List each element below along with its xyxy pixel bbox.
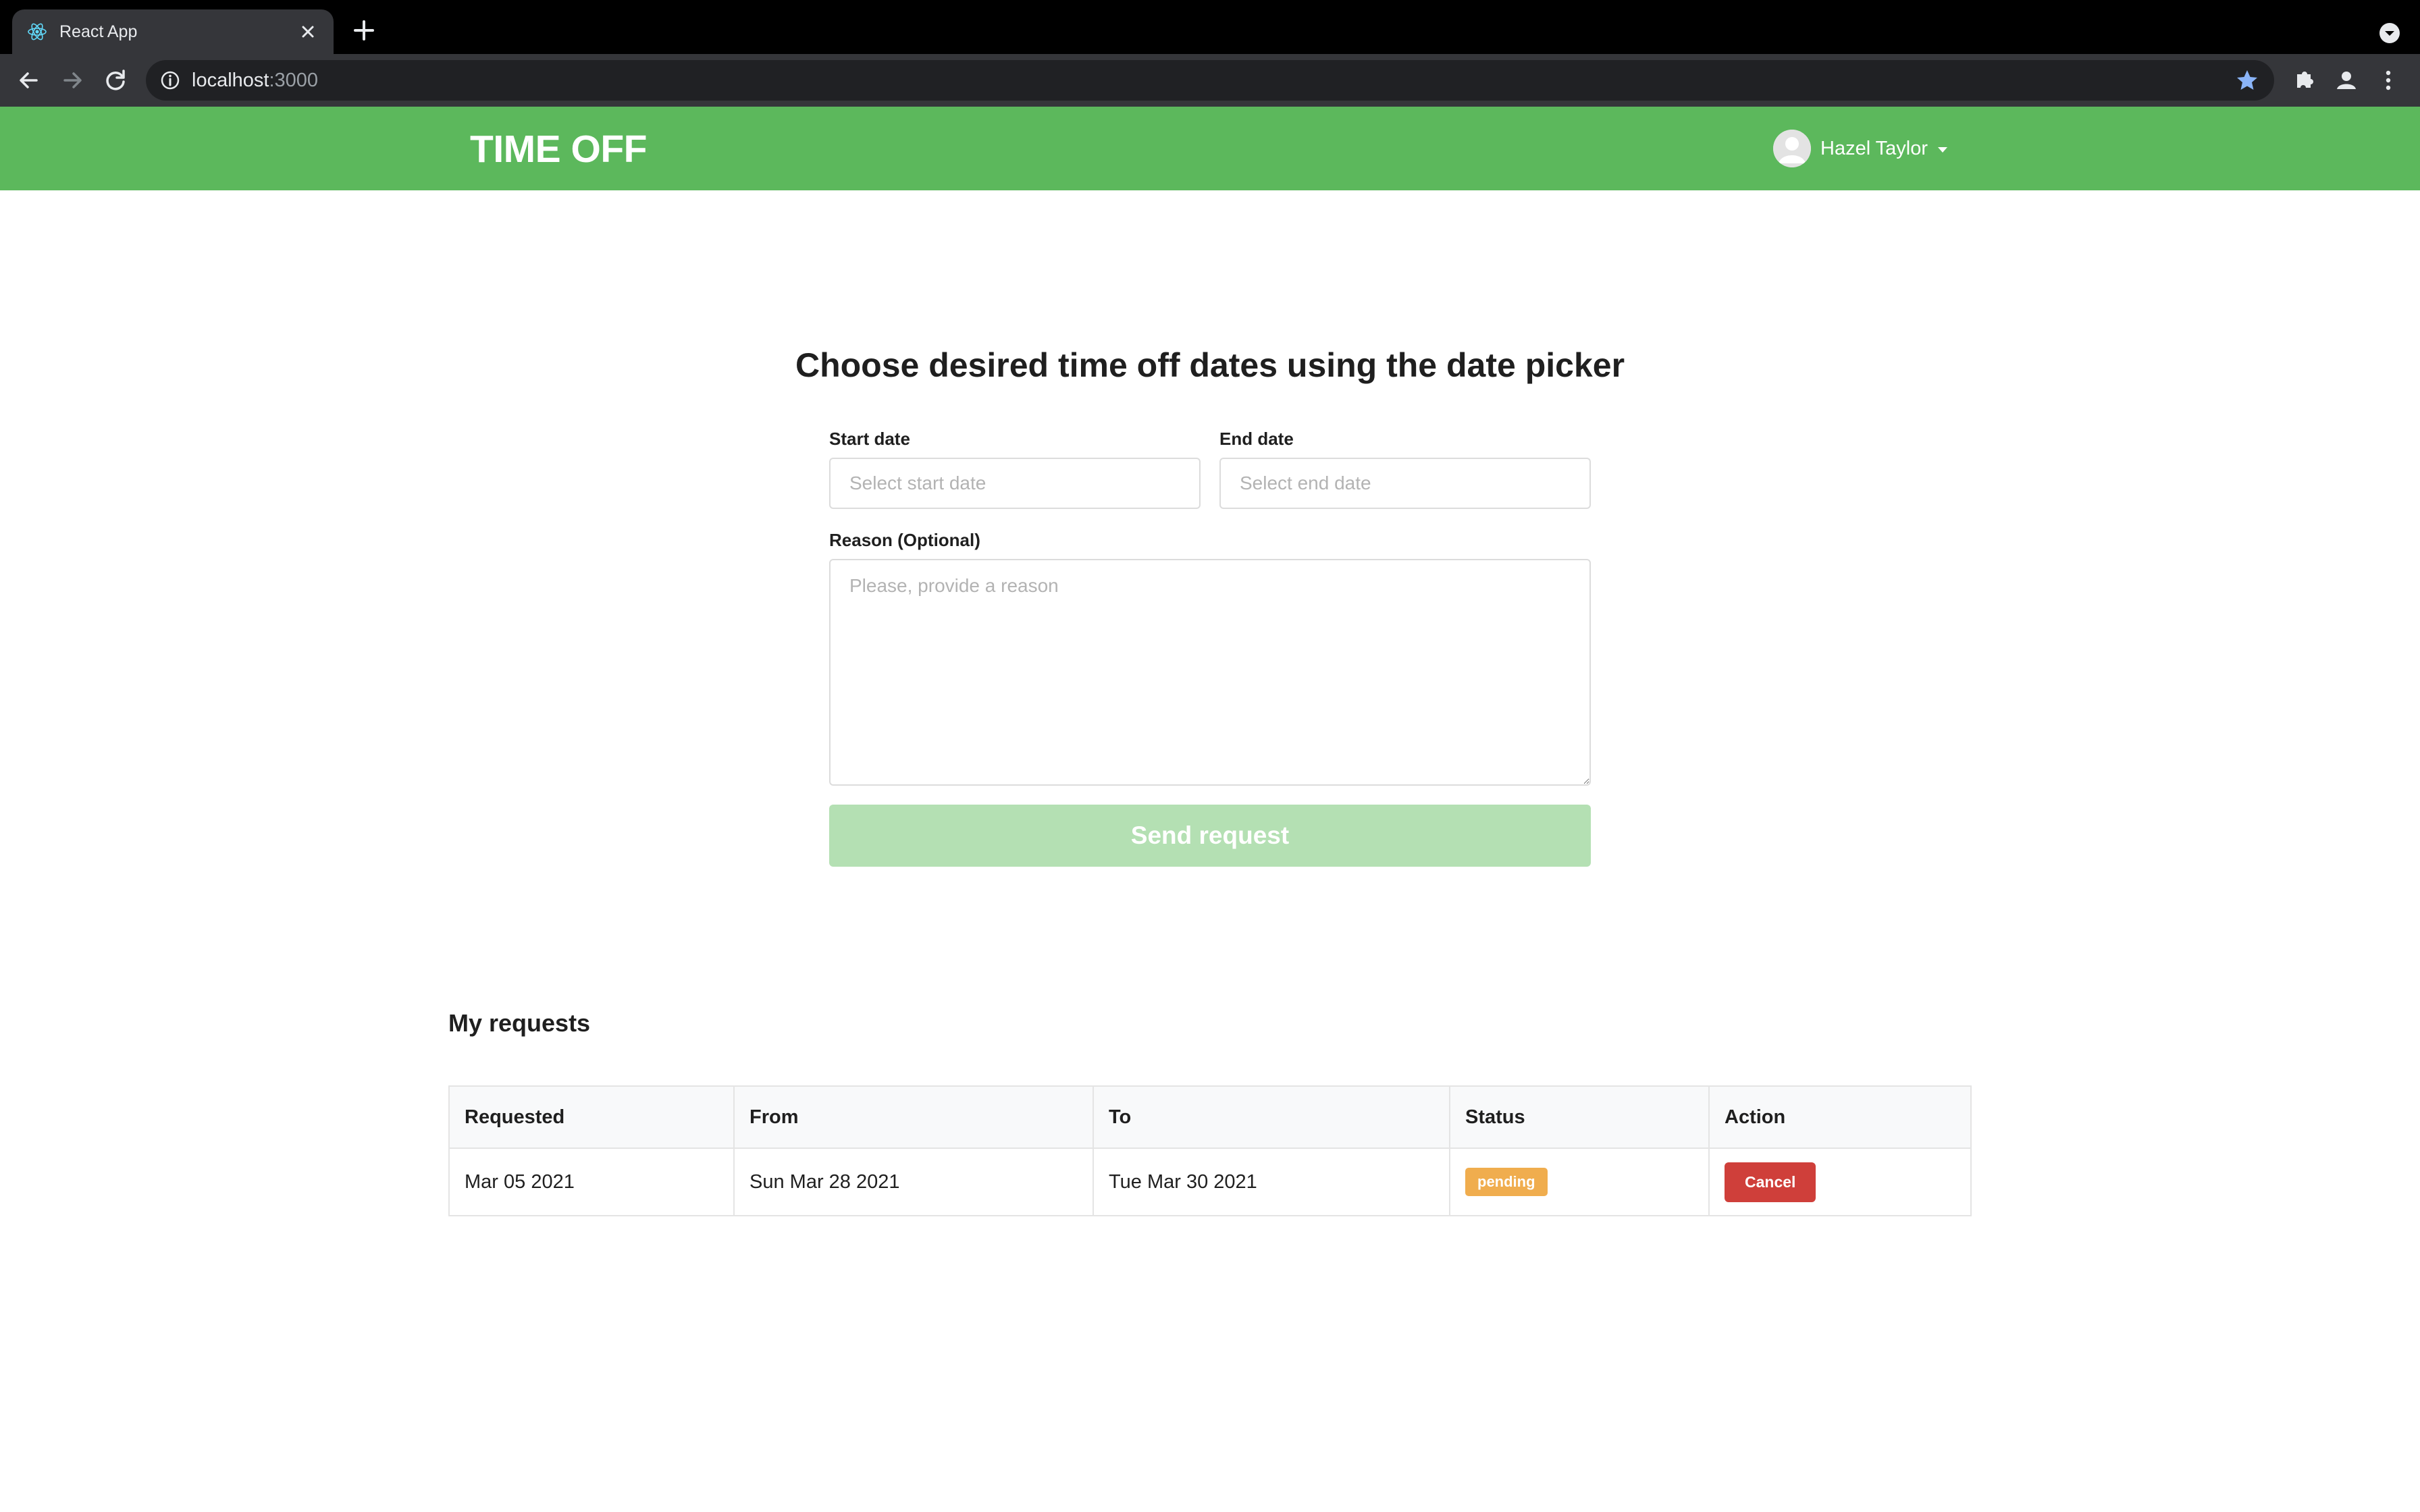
column-header-status: Status <box>1449 1085 1710 1149</box>
back-arrow-icon[interactable] <box>14 65 45 96</box>
user-name[interactable]: Hazel Taylor <box>1820 137 1928 160</box>
reason-label: Reason (Optional) <box>829 530 980 550</box>
send-request-button[interactable]: Send request <box>829 805 1591 867</box>
reason-textarea[interactable] <box>829 559 1591 786</box>
end-date-label: End date <box>1219 429 1294 449</box>
cell-status: pending <box>1449 1148 1710 1216</box>
url-port: :3000 <box>269 70 319 91</box>
column-header-from: From <box>733 1085 1094 1149</box>
new-tab-icon[interactable] <box>352 19 375 42</box>
cell-from: Sun Mar 28 2021 <box>733 1148 1094 1216</box>
column-header-action: Action <box>1708 1085 1972 1149</box>
my-requests-heading: My requests <box>448 1009 591 1037</box>
profile-icon[interactable] <box>2331 65 2362 96</box>
avatar[interactable] <box>1773 130 1811 167</box>
end-date-input[interactable] <box>1219 458 1591 509</box>
address-bar[interactable]: localhost:3000 <box>146 60 2274 101</box>
forward-arrow-icon[interactable] <box>57 65 88 96</box>
cancel-request-button[interactable]: Cancel <box>1725 1162 1816 1202</box>
user-avatar-icon <box>1773 130 1811 167</box>
column-header-requested: Requested <box>448 1085 735 1149</box>
start-date-input[interactable] <box>829 458 1201 509</box>
user-menu[interactable]: Hazel Taylor <box>1773 128 1962 169</box>
react-logo-icon <box>28 23 47 40</box>
url-host: localhost <box>192 70 269 91</box>
app-header: TIME OFF Hazel Taylor <box>0 107 2420 190</box>
tab-search-icon[interactable] <box>2378 22 2401 45</box>
page-title: Choose desired time off dates using the … <box>795 346 1625 384</box>
cell-requested: Mar 05 2021 <box>448 1148 735 1216</box>
reload-icon[interactable] <box>100 65 131 96</box>
cell-to: Tue Mar 30 2021 <box>1093 1148 1450 1216</box>
chevron-down-icon[interactable] <box>1937 146 1949 154</box>
extensions-puzzle-icon[interactable] <box>2289 65 2320 96</box>
status-badge: pending <box>1465 1168 1548 1196</box>
table-header-row: Requested From To Status Action <box>448 1085 1972 1149</box>
url-text: localhost:3000 <box>192 68 318 92</box>
tab-title: React App <box>59 22 138 41</box>
bookmark-star-icon[interactable] <box>2235 68 2259 92</box>
column-header-to: To <box>1093 1085 1450 1149</box>
browser-tab-strip: React App <box>0 0 2420 54</box>
site-info-icon[interactable] <box>159 70 181 91</box>
browser-menu-icon[interactable] <box>2373 65 2404 96</box>
browser-toolbar: localhost:3000 <box>0 54 2420 107</box>
table-row: Mar 05 2021 Sun Mar 28 2021 Tue Mar 30 2… <box>448 1148 1972 1216</box>
close-tab-icon[interactable] <box>294 18 321 45</box>
browser-tab[interactable]: React App <box>12 9 334 54</box>
app-logo[interactable]: TIME OFF <box>470 127 647 171</box>
start-date-label: Start date <box>829 429 910 449</box>
cell-action: Cancel <box>1708 1148 1972 1216</box>
requests-table: Requested From To Status Action Mar 05 2… <box>448 1085 1972 1216</box>
